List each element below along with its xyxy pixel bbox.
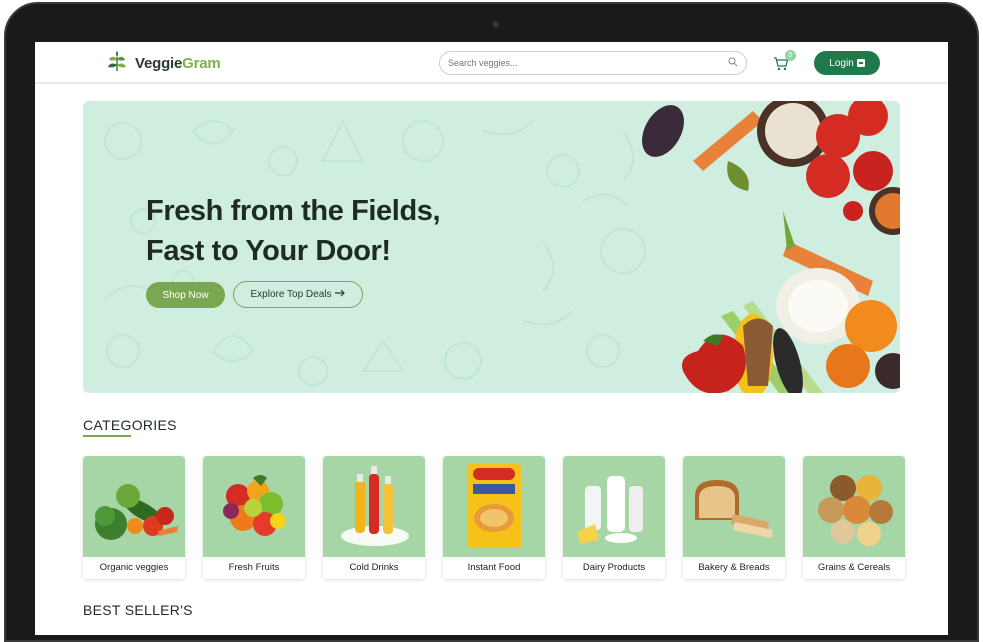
camera-icon bbox=[491, 20, 500, 29]
category-label: Dairy Products bbox=[563, 557, 665, 579]
grains-icon bbox=[818, 475, 893, 546]
search-input[interactable] bbox=[448, 58, 728, 68]
brand-name-part1: Veggie bbox=[135, 54, 183, 72]
category-card-organic-veggies[interactable]: Organic veggies bbox=[83, 456, 185, 579]
search-icon[interactable] bbox=[728, 54, 738, 72]
cart-button[interactable]: 0 bbox=[773, 50, 796, 75]
login-label: Login bbox=[829, 57, 854, 69]
categories-heading-underline bbox=[83, 435, 131, 437]
drinks-icon bbox=[341, 466, 409, 546]
category-card-dairy-products[interactable]: Dairy Products bbox=[563, 456, 665, 579]
category-label: Instant Food bbox=[443, 557, 545, 579]
category-card-instant-food[interactable]: Instant Food bbox=[443, 456, 545, 579]
category-label: Organic veggies bbox=[83, 557, 185, 579]
best-sellers-heading: BEST SELLER'S bbox=[83, 602, 193, 618]
categories-heading: CATEGORIES bbox=[83, 417, 177, 433]
vegetables-illustration bbox=[642, 101, 900, 393]
explore-deals-label: Explore Top Deals bbox=[250, 289, 332, 300]
browser-screen: VeggieGram 0 Login bbox=[35, 42, 948, 635]
hero-banner: Fresh from the Fields, Fast to Your Door… bbox=[83, 101, 900, 393]
cart-count-badge: 0 bbox=[785, 50, 796, 61]
category-label: Bakery & Breads bbox=[683, 557, 785, 579]
arrow-right-icon bbox=[335, 289, 346, 300]
category-card-bakery-breads[interactable]: Bakery & Breads bbox=[683, 456, 785, 579]
hero-heading: Fresh from the Fields, Fast to Your Door… bbox=[146, 191, 441, 271]
category-card-fresh-fruits[interactable]: Fresh Fruits bbox=[203, 456, 305, 579]
hero-heading-line1: Fresh from the Fields, bbox=[146, 195, 441, 227]
brand-name-part2: Gram bbox=[182, 54, 221, 72]
leaf-logo-icon bbox=[105, 51, 129, 75]
category-card-cold-drinks[interactable]: Cold Drinks bbox=[323, 456, 425, 579]
vegetables-icon bbox=[95, 484, 178, 540]
hero-heading-line2: Fast to Your Door! bbox=[146, 235, 391, 267]
login-icon bbox=[856, 59, 865, 67]
dairy-icon bbox=[577, 476, 643, 544]
site-header: VeggieGram 0 Login bbox=[35, 42, 948, 84]
category-label: Fresh Fruits bbox=[203, 557, 305, 579]
login-button[interactable]: Login bbox=[814, 51, 880, 75]
category-card-grains-cereals[interactable]: Grains & Cereals bbox=[803, 456, 905, 579]
category-label: Grains & Cereals bbox=[803, 557, 905, 579]
search-bar bbox=[439, 51, 747, 75]
bread-icon bbox=[695, 480, 773, 538]
brand-name: VeggieGram bbox=[135, 55, 221, 72]
categories-list: Organic veggies Fresh Fruits Cold Drinks… bbox=[83, 456, 905, 579]
shop-now-button[interactable]: Shop Now bbox=[146, 282, 225, 308]
category-label: Cold Drinks bbox=[323, 557, 425, 579]
noodles-icon bbox=[467, 464, 521, 548]
logo[interactable]: VeggieGram bbox=[105, 51, 221, 75]
fruits-icon bbox=[223, 475, 286, 536]
explore-deals-button[interactable]: Explore Top Deals bbox=[233, 281, 363, 308]
